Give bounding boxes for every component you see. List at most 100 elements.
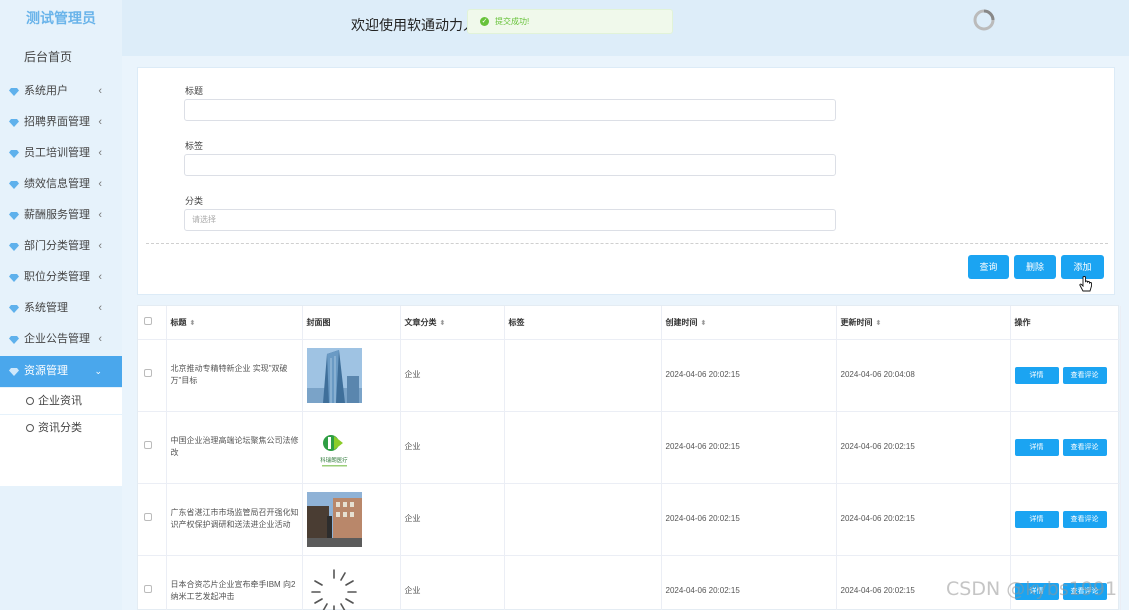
circle-check-icon	[26, 397, 34, 405]
view-comments-button[interactable]: 查看评论	[1062, 366, 1107, 384]
column-header-title[interactable]: 标题 ⬍	[166, 306, 303, 340]
sidebar-item-performance[interactable]: 绩效信息管理 ‹	[0, 169, 122, 200]
cell-cover	[302, 339, 401, 412]
cell-category: 企业	[400, 339, 505, 412]
gem-icon	[9, 367, 19, 376]
cell-tag	[504, 339, 662, 412]
sidebar-subitem-news-category[interactable]: 资讯分类	[0, 415, 122, 441]
sidebar-subitem-news[interactable]: 企业资讯	[0, 388, 122, 414]
view-comments-button[interactable]: 查看评论	[1062, 510, 1107, 528]
sidebar-item-home[interactable]: 后台首页	[0, 44, 122, 70]
sort-icon[interactable]: ⬍	[876, 320, 882, 327]
row-checkbox[interactable]	[144, 513, 152, 521]
cell-created: 2024-04-06 20:02:15	[661, 483, 837, 556]
column-header-updated[interactable]: 更新时间 ⬍	[836, 306, 1011, 340]
brand-title: 测试管理员	[26, 10, 96, 26]
sidebar-blank	[0, 441, 122, 486]
divider	[146, 243, 1108, 244]
table-row: 北京推动专精特新企业 实现"双破万"目标 企业 2024-04-06 20:02…	[138, 339, 1121, 412]
sidebar-item-department[interactable]: 部门分类管理 ‹	[0, 231, 122, 262]
sidebar-item-announcement[interactable]: 企业公告管理 ‹	[0, 324, 122, 355]
sort-icon[interactable]: ⬍	[701, 320, 707, 327]
detail-button[interactable]: 详情	[1014, 438, 1059, 456]
column-header-cover: 封面图	[302, 306, 401, 340]
sidebar-item-label: 职位分类管理	[24, 271, 90, 283]
sidebar-item-label: 企业公告管理	[24, 333, 90, 345]
title-input[interactable]	[184, 99, 836, 121]
column-header-actions: 操作	[1010, 306, 1121, 340]
category-select[interactable]: 请选择	[184, 209, 836, 231]
check-circle-icon: ✓	[480, 17, 489, 26]
cover-image-street	[306, 491, 362, 547]
sidebar: 测试管理员 后台首页 系统用户 ‹ 招聘界面管理 ‹ 员工培训管理 ‹ 绩效信息…	[0, 0, 122, 610]
sidebar-item-salary[interactable]: 薪酬服务管理 ‹	[0, 200, 122, 231]
sidebar-item-label: 部门分类管理	[24, 240, 90, 252]
tag-input[interactable]	[184, 154, 836, 176]
title-label: 标题	[185, 86, 204, 96]
column-header-created[interactable]: 创建时间 ⬍	[661, 306, 837, 340]
cell-cover: 科瑞朗医疗	[302, 411, 401, 484]
sidebar-item-resources[interactable]: 资源管理 ⌄	[0, 356, 122, 387]
table-row: 中国企业治理高端论坛聚焦公司法修改 科瑞朗医疗 企业 2024-04-06 20…	[138, 411, 1121, 484]
chevron-left-icon: ‹	[98, 147, 102, 159]
cell-tag	[504, 483, 662, 556]
cover-image-logo: 科瑞朗医疗	[306, 419, 362, 475]
sidebar-item-system-users[interactable]: 系统用户 ‹	[0, 76, 122, 107]
chevron-down-icon: ⌄	[94, 366, 102, 376]
chevron-left-icon: ‹	[98, 209, 102, 221]
table-row: 广东省湛江市市场监管局召开强化知识产权保护调研和送法进企业活动 企业 2024-…	[138, 483, 1121, 556]
cell-updated: 2024-04-06 20:02:15	[836, 483, 1011, 556]
chevron-left-icon: ‹	[98, 178, 102, 190]
cell-category: 企业	[400, 555, 505, 610]
view-comments-button[interactable]: 查看评论	[1062, 438, 1107, 456]
column-header-category[interactable]: 文章分类 ⬍	[400, 306, 505, 340]
sort-icon[interactable]: ⬍	[440, 320, 446, 327]
watermark: CSDN @kybs1991	[946, 578, 1118, 600]
row-checkbox[interactable]	[144, 441, 152, 449]
delete-button[interactable]: 删除	[1014, 255, 1056, 279]
sidebar-item-label: 系统管理	[24, 302, 68, 314]
sidebar-subitem-label: 资讯分类	[38, 422, 82, 434]
select-all-checkbox[interactable]	[144, 317, 152, 326]
toast-message: 提交成功!	[495, 17, 530, 26]
sidebar-item-label: 薪酬服务管理	[24, 209, 90, 221]
tag-label: 标签	[185, 141, 204, 151]
sidebar-item-position[interactable]: 职位分类管理 ‹	[0, 262, 122, 293]
sort-icon[interactable]: ⬍	[190, 320, 196, 327]
sidebar-item-system[interactable]: 系统管理 ‹	[0, 293, 122, 324]
cover-image-building	[306, 347, 362, 403]
sidebar-item-label: 绩效信息管理	[24, 178, 90, 190]
sidebar-item-label: 员工培训管理	[24, 147, 90, 159]
detail-button[interactable]: 详情	[1014, 366, 1059, 384]
cell-updated: 2024-04-06 20:04:08	[836, 339, 1011, 412]
top-bar: 欢迎使用软通动力人才 ✓ 提交成功!	[122, 0, 1129, 56]
circle-check-icon	[26, 424, 34, 432]
row-checkbox[interactable]	[144, 585, 152, 593]
cell-tag	[504, 555, 662, 610]
cell-category: 企业	[400, 411, 505, 484]
search-form: 标题 标签 分类 请选择 查询 删除 添加	[137, 67, 1115, 295]
gem-icon	[9, 149, 19, 158]
hand-cursor-icon	[1079, 276, 1092, 292]
chevron-left-icon: ‹	[98, 302, 102, 314]
gem-icon	[9, 335, 19, 344]
cell-category: 企业	[400, 483, 505, 556]
chevron-left-icon: ‹	[98, 116, 102, 128]
cell-updated: 2024-04-06 20:02:15	[836, 411, 1011, 484]
detail-button[interactable]: 详情	[1014, 510, 1059, 528]
sidebar-item-training[interactable]: 员工培训管理 ‹	[0, 138, 122, 169]
sidebar-item-label: 资源管理	[24, 365, 68, 377]
row-checkbox[interactable]	[144, 369, 152, 377]
sidebar-item-label: 招聘界面管理	[24, 116, 90, 128]
loading-spinner-icon	[310, 568, 357, 610]
gem-icon	[9, 211, 19, 220]
cell-title: 中国企业治理高端论坛聚焦公司法修改	[166, 411, 303, 484]
column-header-tag: 标签	[504, 306, 662, 340]
gem-icon	[9, 304, 19, 313]
cell-cover	[302, 555, 401, 610]
select-all-cell	[138, 306, 167, 340]
cell-created: 2024-04-06 20:02:15	[661, 339, 837, 412]
category-label: 分类	[185, 196, 204, 206]
query-button[interactable]: 查询	[968, 255, 1009, 279]
sidebar-item-recruit[interactable]: 招聘界面管理 ‹	[0, 107, 122, 138]
